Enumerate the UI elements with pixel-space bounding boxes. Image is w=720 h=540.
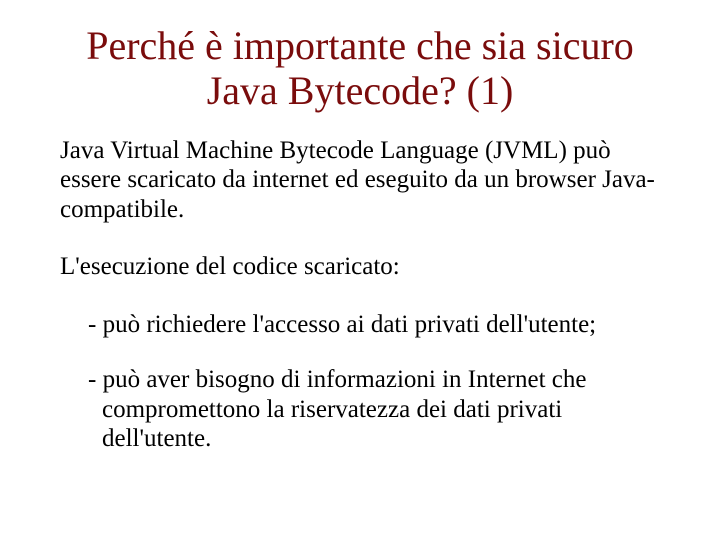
paragraph-intro: Java Virtual Machine Bytecode Language (… — [60, 136, 660, 225]
slide: Perché è importante che sia sicuro Java … — [0, 0, 720, 540]
list-item: - può richiedere l'accesso ai dati priva… — [88, 310, 660, 340]
slide-title: Perché è importante che sia sicuro Java … — [60, 24, 660, 114]
slide-body: Java Virtual Machine Bytecode Language (… — [60, 136, 660, 454]
list-item: - può aver bisogno di informazioni in In… — [88, 365, 660, 454]
bullet-list: - può richiedere l'accesso ai dati priva… — [60, 310, 660, 454]
paragraph-lead: L'esecuzione del codice scaricato: — [60, 252, 660, 282]
